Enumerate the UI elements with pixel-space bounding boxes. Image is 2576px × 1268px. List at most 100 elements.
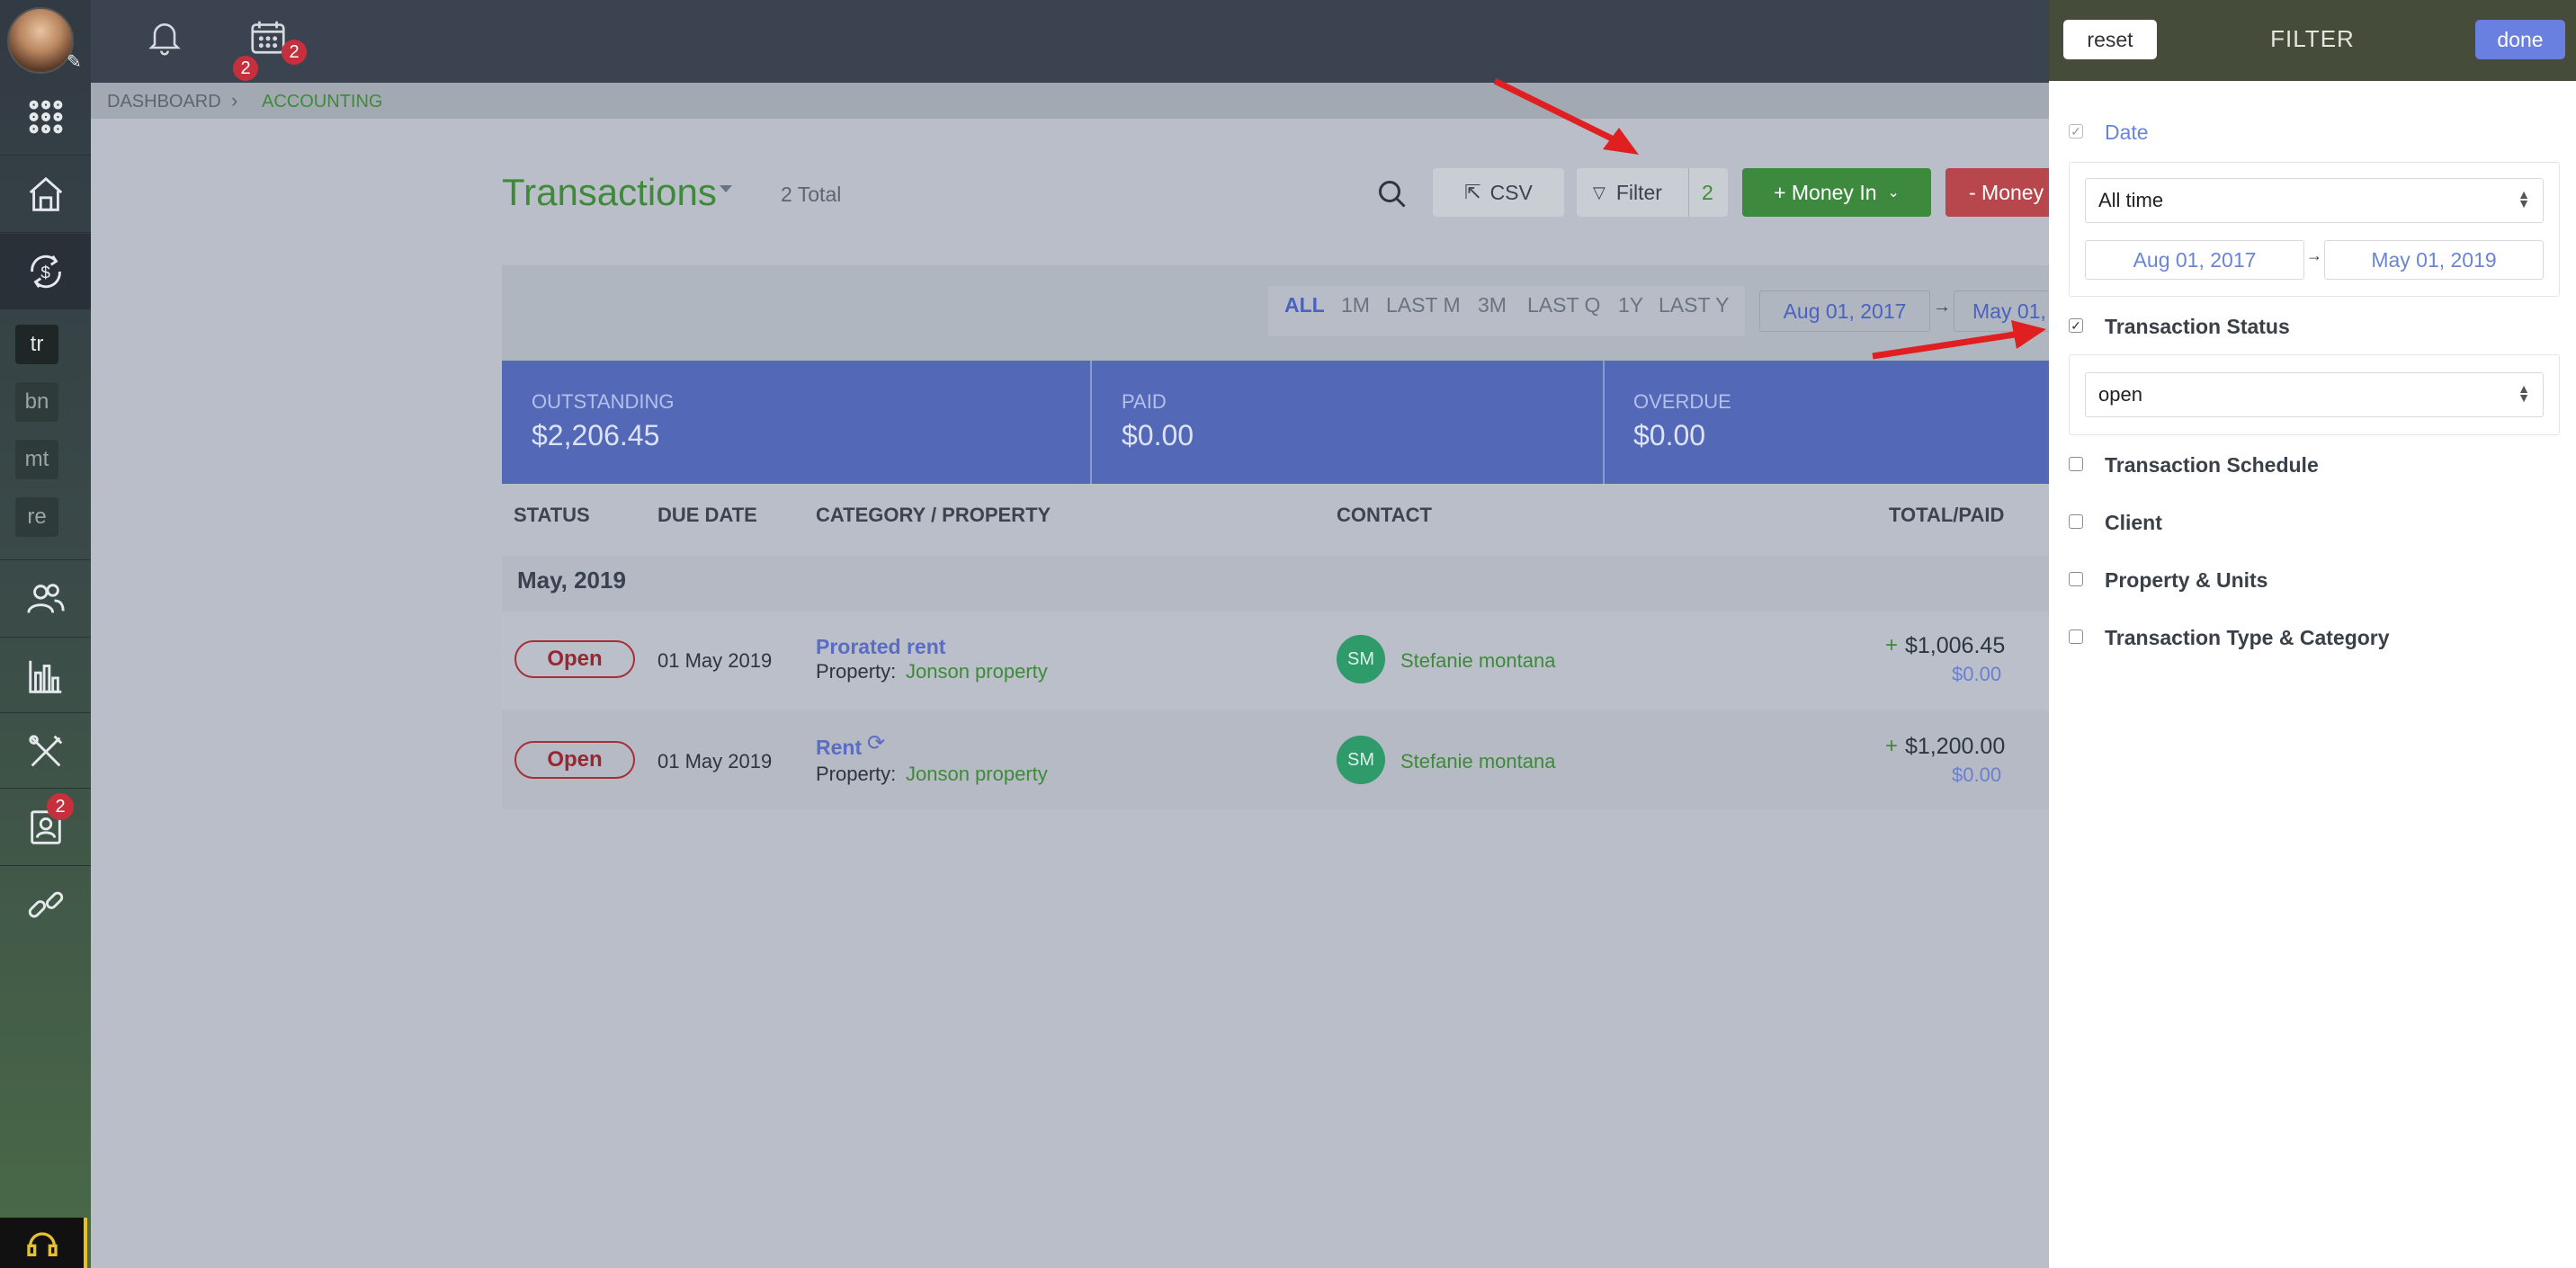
column-header-due-date[interactable]: DUE DATE — [657, 504, 757, 527]
column-header-contact[interactable]: CONTACT — [1337, 504, 1432, 527]
range-last-m[interactable]: LAST M — [1386, 293, 1461, 317]
row-paid: $0.00 — [1952, 763, 2002, 786]
breadcrumb-accounting[interactable]: ACCOUNTING — [262, 92, 382, 112]
status-badge: Open — [514, 741, 635, 779]
range-all[interactable]: ALL — [1284, 293, 1325, 317]
people-icon[interactable] — [0, 561, 91, 637]
transaction-schedule-label: Transaction Schedule — [2105, 453, 2319, 477]
calendar-badge: 2 — [282, 40, 307, 65]
select-arrows-icon: ▲ ▼ — [2518, 187, 2530, 210]
total-count: 2 Total — [781, 183, 842, 206]
row-total: $1,006.45 — [1905, 633, 2006, 658]
paid-value: $0.00 — [1122, 419, 1194, 451]
range-last-q[interactable]: LAST Q — [1527, 293, 1600, 317]
plus-sign: + — [1885, 734, 1899, 758]
filter-icon: ▽ — [1593, 183, 1606, 201]
status-badge: Open — [514, 640, 635, 678]
due-date: 01 May 2019 — [657, 649, 773, 672]
section-mt[interactable]: mt — [15, 440, 58, 479]
category-link[interactable]: Prorated rent — [816, 635, 945, 659]
range-1m[interactable]: 1M — [1341, 293, 1370, 317]
money-in-button[interactable]: + Money In ⌄ — [1742, 168, 1931, 217]
recurring-icon: ⟳ — [867, 731, 886, 755]
paid-label: PAID — [1122, 390, 1167, 413]
plus-sign: + — [1885, 633, 1899, 657]
range-1y[interactable]: 1Y — [1618, 293, 1643, 317]
contact-avatar: SM — [1337, 736, 1385, 784]
section-re[interactable]: re — [15, 497, 58, 537]
select-arrows-icon: ▲ ▼ — [2518, 381, 2530, 405]
contact-avatar: SM — [1337, 635, 1385, 683]
breadcrumb-dashboard[interactable]: DASHBOARD — [107, 92, 221, 112]
group-header — [502, 556, 2049, 612]
money-out-button[interactable]: - Money — [1945, 168, 2049, 217]
outstanding-value: $2,206.45 — [532, 419, 660, 451]
search-icon[interactable] — [1376, 178, 1409, 215]
status-select[interactable]: open ▲ ▼ — [2085, 372, 2544, 417]
accounting-icon[interactable]: $ — [0, 234, 91, 309]
property-link[interactable]: Jonson property — [906, 763, 1048, 786]
arrow-right-icon: → — [2306, 246, 2322, 264]
annotation-arrow — [1493, 77, 1639, 155]
summary-bar — [502, 361, 2049, 484]
done-button[interactable]: done — [2475, 20, 2565, 59]
caret-down-icon[interactable] — [720, 185, 732, 192]
property-prefix: Property: — [816, 660, 897, 683]
date-from-input[interactable]: Aug 01, 2017 — [2085, 240, 2304, 280]
date-to-input[interactable]: May 01, 2019 — [2324, 240, 2544, 280]
breadcrumb: DASHBOARD › ACCOUNTING — [91, 83, 2049, 119]
range-3m[interactable]: 3M — [1478, 293, 1507, 317]
client-label: Client — [2105, 511, 2162, 534]
category-link[interactable]: Rent — [816, 736, 862, 760]
contact-card-icon[interactable] — [0, 790, 91, 865]
column-header-status[interactable]: STATUS — [514, 504, 590, 527]
client-checkbox[interactable] — [2069, 514, 2083, 529]
contacts-badge: 2 — [47, 793, 74, 820]
column-header-category[interactable]: CATEGORY / PROPERTY — [816, 504, 1051, 527]
svg-text:$: $ — [40, 264, 50, 283]
divider — [1603, 361, 1605, 484]
filter-panel: reset FILTER done ✓ Date All time ▲ ▼ Aug… — [2049, 0, 2576, 1268]
transaction-type-label: Transaction Type & Category — [2105, 626, 2390, 649]
date-period-select[interactable]: All time ▲ ▼ — [2085, 178, 2544, 223]
chevron-right-icon: › — [231, 89, 238, 112]
chevron-down-icon: ⌄ — [1887, 185, 1900, 201]
section-bn[interactable]: bn — [15, 382, 58, 422]
row-paid: $0.00 — [1952, 663, 2002, 685]
user-avatar[interactable] — [7, 7, 74, 74]
divider — [1090, 361, 1092, 484]
column-header-total[interactable]: TOTAL/PAID — [1889, 504, 2004, 527]
transaction-status-label: Transaction Status — [2105, 315, 2290, 338]
overdue-label: OVERDUE — [1633, 390, 1731, 413]
transaction-schedule-checkbox[interactable] — [2069, 457, 2083, 471]
row-total: $1,200.00 — [1905, 734, 2006, 759]
section-tr[interactable]: tr — [15, 325, 58, 364]
property-units-checkbox[interactable] — [2069, 572, 2083, 586]
home-icon[interactable] — [0, 156, 91, 232]
support-button[interactable] — [0, 1218, 87, 1268]
transaction-status-checkbox[interactable]: ✓ — [2069, 318, 2083, 333]
csv-button[interactable]: ⇱ CSV — [1433, 168, 1564, 217]
range-last-y[interactable]: LAST Y — [1659, 293, 1729, 317]
sidebar: ✎ $ tr bn mt re 2 — [0, 0, 91, 1268]
outstanding-label: OUTSTANDING — [532, 390, 675, 413]
pin-icon[interactable]: ✎ — [67, 50, 82, 73]
property-link[interactable]: Jonson property — [906, 660, 1048, 683]
bell-icon — [148, 23, 181, 56]
date-checkbox[interactable]: ✓ — [2069, 124, 2083, 138]
contact-link[interactable]: Stefanie montana — [1400, 649, 1555, 673]
notifications-button[interactable]: 2 — [145, 18, 258, 81]
filter-button[interactable]: ▽ Filter 2 — [1577, 168, 1728, 217]
page-title[interactable]: Transactions — [502, 171, 717, 214]
export-arrow-icon: ⇱ — [1464, 181, 1481, 203]
overdue-value: $0.00 — [1633, 419, 1706, 451]
contact-link[interactable]: Stefanie montana — [1400, 750, 1555, 773]
reports-chart-icon[interactable] — [0, 638, 91, 714]
filter-count: 2 — [1688, 168, 1713, 217]
due-date: 01 May 2019 — [657, 750, 773, 772]
transaction-type-checkbox[interactable] — [2069, 630, 2083, 644]
link-icon[interactable] — [0, 867, 91, 942]
date-label: Date — [2105, 121, 2149, 144]
apps-grid-icon[interactable] — [0, 79, 91, 155]
tools-icon[interactable] — [0, 714, 91, 790]
